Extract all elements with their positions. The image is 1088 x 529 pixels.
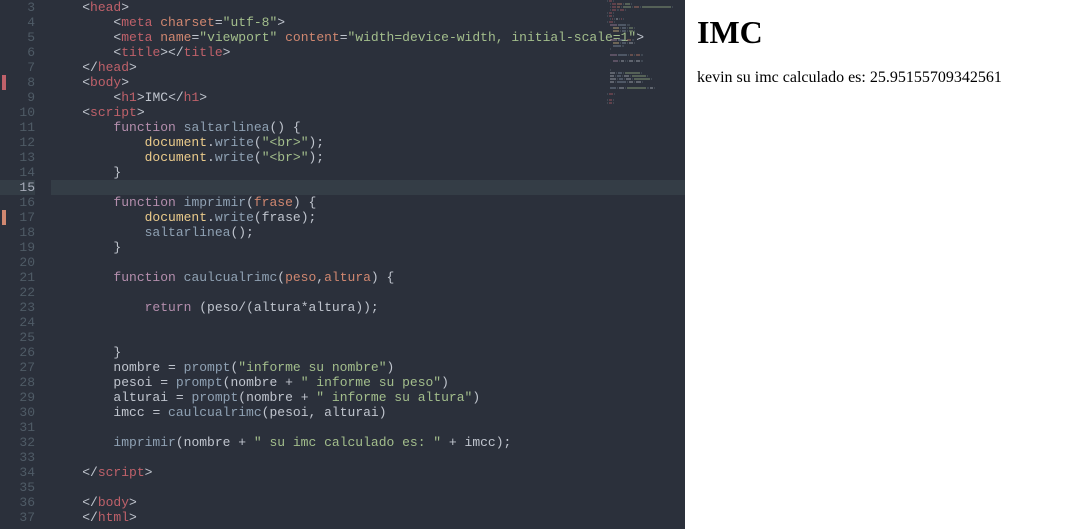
code-line[interactable]: <title></title> (51, 45, 685, 60)
editor-scrollbar[interactable] (673, 0, 685, 529)
code-line[interactable]: <meta charset="utf-8"> (51, 15, 685, 30)
code-line[interactable]: </body> (51, 495, 685, 510)
line-number: 21 (0, 270, 35, 285)
code-line[interactable]: pesoi = prompt(nombre + " informe su pes… (51, 375, 685, 390)
preview-output-text: kevin su imc calculado es: 25.9515570934… (697, 69, 1076, 87)
code-line[interactable] (51, 285, 685, 300)
code-line[interactable] (51, 330, 685, 345)
code-line[interactable]: document.write("<br>"); (51, 135, 685, 150)
line-number: 13 (0, 150, 35, 165)
code-line[interactable]: saltarlinea(); (51, 225, 685, 240)
code-line[interactable]: document.write("<br>"); (51, 150, 685, 165)
line-number: 29 (0, 390, 35, 405)
line-number: 9 (0, 90, 35, 105)
code-line[interactable] (51, 420, 685, 435)
code-editor-pane[interactable]: 3456789101112131415161718192021222324252… (0, 0, 685, 529)
line-number: 25 (0, 330, 35, 345)
line-number: 31 (0, 420, 35, 435)
code-line[interactable]: <head> (51, 0, 685, 15)
line-number: 28 (0, 375, 35, 390)
gutter-marker (2, 210, 6, 225)
preview-heading: IMC (697, 14, 1076, 51)
code-line[interactable]: imcc = caulcualrimc(pesoi, alturai) (51, 405, 685, 420)
line-number: 27 (0, 360, 35, 375)
line-number: 19 (0, 240, 35, 255)
code-line[interactable]: </head> (51, 60, 685, 75)
code-line[interactable]: document.write(frase); (51, 210, 685, 225)
code-line[interactable]: function saltarlinea() { (51, 120, 685, 135)
line-number: 22 (0, 285, 35, 300)
code-line[interactable] (51, 255, 685, 270)
line-number: 36 (0, 495, 35, 510)
code-line[interactable]: } (51, 345, 685, 360)
line-number: 33 (0, 450, 35, 465)
line-number: 14 (0, 165, 35, 180)
code-line[interactable] (51, 480, 685, 495)
code-line[interactable] (51, 315, 685, 330)
line-number: 15 (0, 180, 35, 195)
code-line[interactable]: <script> (51, 105, 685, 120)
code-line[interactable]: <body> (51, 75, 685, 90)
line-number: 5 (0, 30, 35, 45)
line-number: 10 (0, 105, 35, 120)
line-number: 4 (0, 15, 35, 30)
code-area[interactable]: <head> <meta charset="utf-8"> <meta name… (45, 0, 685, 529)
line-number: 37 (0, 510, 35, 525)
line-number: 17 (0, 210, 35, 225)
line-number: 20 (0, 255, 35, 270)
code-line[interactable] (51, 180, 685, 195)
code-line[interactable] (51, 450, 685, 465)
line-number: 11 (0, 120, 35, 135)
code-line[interactable]: } (51, 165, 685, 180)
code-line[interactable]: } (51, 240, 685, 255)
code-line[interactable]: function imprimir(frase) { (51, 195, 685, 210)
line-number: 16 (0, 195, 35, 210)
gutter-marker (2, 75, 6, 90)
line-number: 34 (0, 465, 35, 480)
line-number: 12 (0, 135, 35, 150)
line-number: 8 (0, 75, 35, 90)
line-number-gutter: 3456789101112131415161718192021222324252… (0, 0, 45, 529)
code-line[interactable]: nombre = prompt("informe su nombre") (51, 360, 685, 375)
line-number: 23 (0, 300, 35, 315)
line-number: 35 (0, 480, 35, 495)
code-line[interactable]: function caulcualrimc(peso,altura) { (51, 270, 685, 285)
line-number: 18 (0, 225, 35, 240)
code-line[interactable]: <meta name="viewport" content="width=dev… (51, 30, 685, 45)
preview-pane: IMC kevin su imc calculado es: 25.951557… (685, 0, 1088, 529)
line-number: 3 (0, 0, 35, 15)
line-number: 30 (0, 405, 35, 420)
line-number: 32 (0, 435, 35, 450)
line-number: 24 (0, 315, 35, 330)
code-line[interactable]: </html> (51, 510, 685, 525)
code-line[interactable]: alturai = prompt(nombre + " informe su a… (51, 390, 685, 405)
code-line[interactable]: </script> (51, 465, 685, 480)
code-line[interactable]: return (peso/(altura*altura)); (51, 300, 685, 315)
line-number: 6 (0, 45, 35, 60)
code-line[interactable]: imprimir(nombre + " su imc calculado es:… (51, 435, 685, 450)
line-number: 26 (0, 345, 35, 360)
code-line[interactable]: <h1>IMC</h1> (51, 90, 685, 105)
line-number: 7 (0, 60, 35, 75)
